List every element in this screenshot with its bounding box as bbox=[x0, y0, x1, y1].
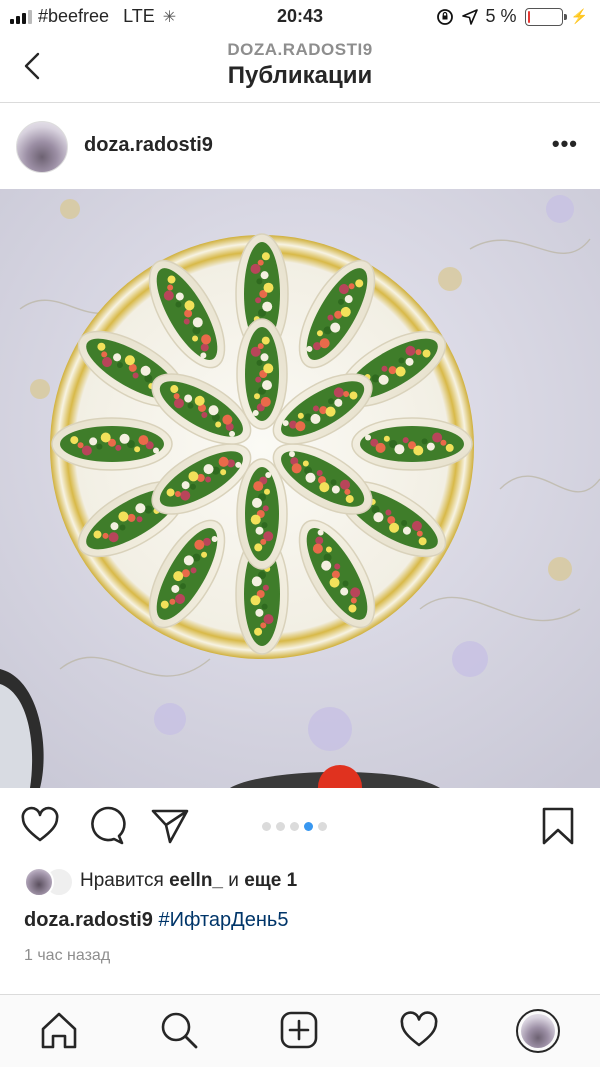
nav-header: DOZA.RADOSTI9 Публикации bbox=[0, 34, 600, 103]
lavash-roll bbox=[236, 458, 288, 570]
profile-tab-avatar[interactable] bbox=[516, 1009, 560, 1053]
location-arrow-icon bbox=[461, 8, 478, 25]
caption-hashtag[interactable]: #ИфтарДень5 bbox=[158, 909, 288, 931]
likes-conjunction: и bbox=[228, 870, 239, 891]
home-icon[interactable] bbox=[38, 1009, 80, 1051]
comment-bubble-icon[interactable] bbox=[86, 806, 126, 846]
lavash-roll bbox=[236, 318, 288, 430]
liker-username[interactable]: eelln_ bbox=[169, 870, 223, 892]
likes-prefix: Нравится bbox=[80, 870, 164, 891]
battery-percent: 5 % bbox=[485, 6, 517, 26]
orientation-lock-icon bbox=[436, 8, 453, 25]
carousel-dot bbox=[318, 822, 327, 831]
post-author-username[interactable]: doza.radosti9 bbox=[84, 134, 213, 157]
search-icon[interactable] bbox=[158, 1009, 200, 1051]
post-author-avatar[interactable] bbox=[16, 121, 68, 173]
post-timestamp: 1 час назад bbox=[24, 947, 111, 964]
save-bookmark-icon[interactable] bbox=[538, 806, 578, 846]
liker-avatars bbox=[24, 867, 80, 897]
lavash-roll bbox=[51, 417, 173, 471]
activity-heart-icon[interactable] bbox=[398, 1009, 440, 1051]
carousel-dot bbox=[304, 822, 313, 831]
likes-row[interactable]: Нравится eelln_ и еще 1 bbox=[24, 866, 297, 897]
share-direct-icon[interactable] bbox=[150, 806, 190, 846]
more-options-icon[interactable]: ••• bbox=[552, 131, 578, 157]
battery-icon bbox=[524, 7, 567, 26]
liker-avatar bbox=[24, 867, 54, 897]
new-post-icon[interactable] bbox=[278, 1009, 320, 1051]
status-bar: #beefree LTE ✳ 20:43 5 % ⚡ bbox=[0, 0, 600, 34]
page-title: Публикации bbox=[227, 62, 373, 89]
status-right: 5 % ⚡ bbox=[436, 6, 588, 27]
bottom-tab-bar bbox=[0, 994, 600, 1067]
post-photo[interactable] bbox=[0, 189, 600, 788]
lavash-roll bbox=[351, 417, 473, 471]
carousel-dot bbox=[262, 822, 271, 831]
nav-subtitle: DOZA.RADOSTI9 bbox=[227, 40, 373, 59]
carousel-dot bbox=[276, 822, 285, 831]
carousel-indicator bbox=[262, 822, 327, 831]
post-header: doza.radosti9 ••• bbox=[0, 103, 600, 189]
likes-more-count[interactable]: еще 1 bbox=[244, 870, 297, 892]
like-heart-icon[interactable] bbox=[20, 806, 60, 846]
post-caption: doza.radosti9 #ИфтарДень5 bbox=[24, 909, 288, 932]
post-actions bbox=[0, 800, 600, 856]
food-photo-illustration bbox=[0, 189, 600, 788]
caption-username[interactable]: doza.radosti9 bbox=[24, 909, 153, 931]
charging-bolt-icon: ⚡ bbox=[570, 8, 588, 24]
carousel-dot bbox=[290, 822, 299, 831]
